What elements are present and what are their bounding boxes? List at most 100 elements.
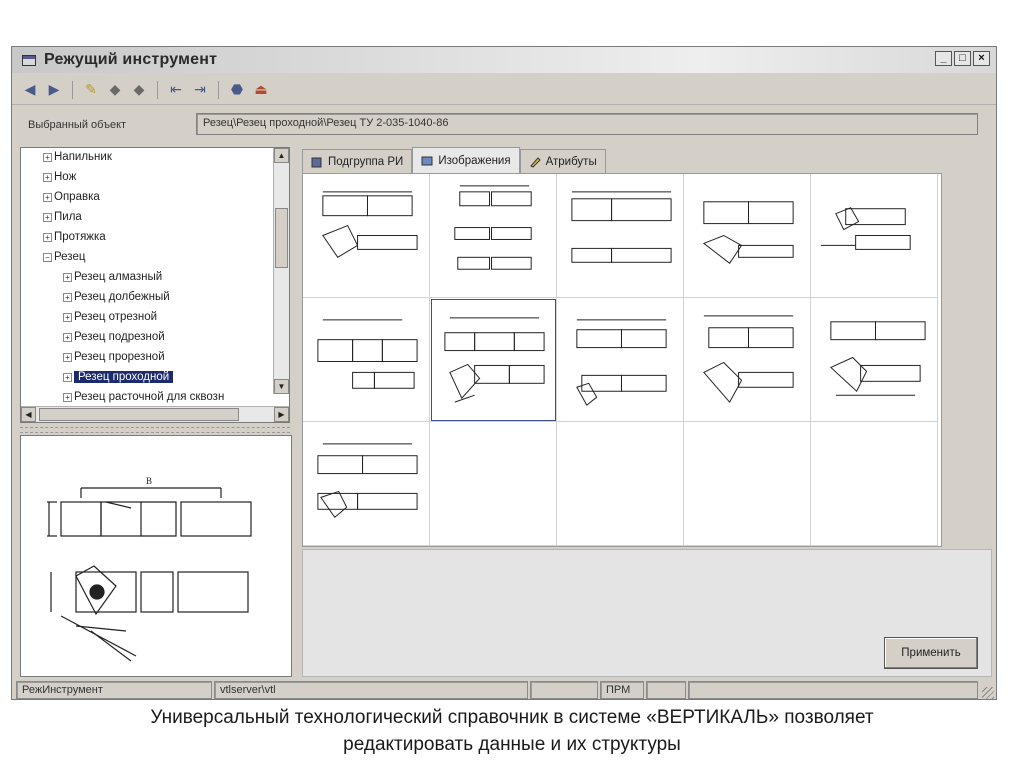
collapse-icon[interactable]: − — [43, 252, 52, 262]
tab-attributes[interactable]: Атрибуты — [519, 149, 606, 173]
pencil-icon — [529, 156, 541, 168]
folder-icon — [311, 157, 322, 167]
selected-object-label: Выбранный объект — [28, 119, 127, 131]
expand-icon[interactable]: + — [63, 292, 72, 302]
image-preview: B — [20, 435, 292, 677]
cutter-drawing — [317, 443, 418, 518]
tab-images[interactable]: Изображения — [412, 147, 520, 173]
cutter-drawing — [829, 321, 926, 396]
app-window-icon — [22, 54, 36, 66]
cutter-drawing — [571, 191, 672, 263]
tree-item[interactable]: + Резец проходной — [63, 368, 174, 386]
status-panel-empty — [646, 681, 686, 699]
status-panel-module: РежИнструмент — [16, 681, 212, 699]
tree-item-label: Резец прорезной — [74, 351, 165, 363]
expand-icon[interactable]: + — [63, 372, 72, 382]
scroll-right-button[interactable]: ▶ — [274, 407, 289, 422]
toolbar-separator — [157, 80, 158, 99]
tree-item[interactable]: + Резец отрезной — [63, 308, 157, 326]
cutter-drawing — [820, 207, 911, 250]
expand-icon[interactable]: + — [63, 332, 72, 342]
application-window: Режущий инструмент _ □ × ◀ ▶ ✎ ◆ ◆ ⇤ ⇥ ⬣… — [11, 46, 997, 700]
edit-icon[interactable]: ✎ — [81, 80, 101, 100]
copy-icon[interactable]: ◆ — [105, 80, 125, 100]
minimize-button[interactable]: _ — [935, 51, 952, 66]
scroll-thumb[interactable] — [39, 408, 239, 421]
title-bar[interactable]: Режущий инструмент _ □ × — [12, 47, 996, 73]
image-thumbnail[interactable] — [557, 174, 684, 298]
status-panel-empty — [530, 681, 598, 699]
tree-item[interactable]: + Нож — [43, 168, 76, 186]
tree-item[interactable]: + Пила — [43, 208, 82, 226]
tree-item[interactable]: + Оправка — [43, 188, 100, 206]
tree-horizontal-scrollbar[interactable]: ◀ ▶ — [21, 406, 289, 422]
image-cell-empty — [684, 422, 811, 546]
image-thumbnail[interactable] — [303, 298, 430, 422]
paste-icon[interactable]: ◆ — [129, 80, 149, 100]
image-thumbnail[interactable] — [684, 298, 811, 422]
tab-subgroup-label: Подгруппа РИ — [328, 155, 404, 168]
image-thumbnail[interactable] — [303, 422, 430, 546]
image-thumbnail[interactable] — [684, 174, 811, 298]
right-pane: Подгруппа РИ Изображения Атрибуты — [302, 147, 992, 677]
tree-item[interactable]: + Резец прорезной — [63, 348, 165, 366]
export-icon[interactable]: ⇥ — [190, 80, 210, 100]
close-button[interactable]: × — [973, 51, 990, 66]
image-thumbnail[interactable] — [430, 298, 557, 422]
tree-item[interactable]: − Резец — [43, 248, 85, 266]
tree-item[interactable]: + Резец долбежный — [63, 288, 170, 306]
cutter-drawing — [322, 191, 418, 258]
expand-icon[interactable]: + — [63, 352, 72, 362]
tree-item-label: Нож — [54, 171, 77, 183]
toolbar-separator — [72, 80, 73, 99]
image-thumbnail[interactable] — [303, 174, 430, 298]
tab-subgroup[interactable]: Подгруппа РИ — [302, 149, 413, 173]
cutter-drawing — [317, 319, 418, 389]
resize-grip[interactable] — [982, 687, 994, 699]
expand-icon[interactable]: + — [43, 192, 52, 202]
image-thumbnail[interactable] — [811, 298, 938, 422]
tab-images-label: Изображения — [438, 154, 511, 167]
arrow-left-icon[interactable]: ◀ — [20, 80, 40, 100]
tree-item[interactable]: + Напильник — [43, 148, 112, 166]
image-thumbnail[interactable] — [811, 174, 938, 298]
filter-icon[interactable]: ⬣ — [227, 80, 247, 100]
scroll-left-button[interactable]: ◀ — [21, 407, 36, 422]
tree-item[interactable]: + Протяжка — [43, 228, 106, 246]
caption-line-1: Универсальный технологический справочник… — [150, 707, 874, 728]
tree-item-label: Резец проходной — [74, 371, 174, 383]
maximize-button[interactable]: □ — [954, 51, 971, 66]
expand-icon[interactable]: + — [43, 232, 52, 242]
scroll-thumb[interactable] — [275, 208, 288, 268]
scroll-up-button[interactable]: ▲ — [274, 148, 289, 163]
expand-icon[interactable]: + — [43, 172, 52, 182]
svg-text:B: B — [146, 476, 152, 486]
expand-icon[interactable]: + — [43, 152, 52, 162]
tree-item-label: Резец алмазный — [74, 271, 163, 283]
tree-vertical-scrollbar[interactable]: ▲ ▼ — [273, 148, 289, 394]
selected-object-row: Выбранный объект Резец\Резец проходной\Р… — [12, 107, 996, 143]
tree-item-label: Резец отрезной — [74, 311, 158, 323]
scroll-down-button[interactable]: ▼ — [274, 379, 289, 394]
toolbar: ◀ ▶ ✎ ◆ ◆ ⇤ ⇥ ⬣ ⏏ — [12, 75, 996, 105]
tree-item-label: Резец подрезной — [74, 331, 165, 343]
arrow-right-icon[interactable]: ▶ — [44, 80, 64, 100]
tree-item[interactable]: + Резец подрезной — [63, 328, 165, 346]
slide-caption: Универсальный технологический справочник… — [0, 704, 1024, 758]
tab-attributes-label: Атрибуты — [545, 155, 597, 168]
import-icon[interactable]: ⇤ — [166, 80, 186, 100]
expand-icon[interactable]: + — [63, 312, 72, 322]
cutter-drawing — [444, 317, 545, 403]
expand-icon[interactable]: + — [43, 212, 52, 222]
tree-item[interactable]: + Резец расточной для сквозн — [63, 388, 224, 406]
image-grid — [302, 173, 942, 547]
tree-item[interactable]: + Резец алмазный — [63, 268, 162, 286]
exit-icon[interactable]: ⏏ — [251, 80, 271, 100]
expand-icon[interactable]: + — [63, 392, 72, 402]
image-thumbnail[interactable] — [430, 174, 557, 298]
apply-button[interactable]: Применить — [884, 637, 978, 669]
pane-splitter[interactable] — [20, 427, 290, 433]
expand-icon[interactable]: + — [63, 272, 72, 282]
image-thumbnail[interactable] — [557, 298, 684, 422]
category-tree[interactable]: + Напильник + Нож + Оправка + Пила + Протяжка − Рез… — [20, 147, 290, 423]
